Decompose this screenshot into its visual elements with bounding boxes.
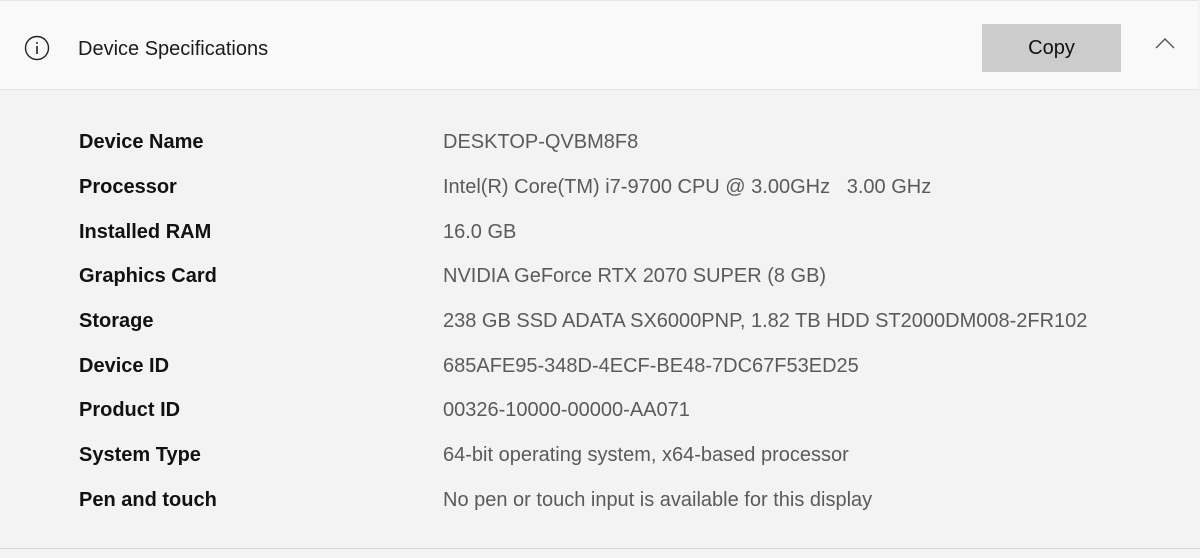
spec-label: Device Name [79,131,204,153]
spec-row-graphics-card: Graphics Card NVIDIA GeForce RTX 2070 SU… [0,254,1200,298]
info-icon [24,35,50,61]
spec-value[interactable]: Intel(R) Core(TM) i7-9700 CPU @ 3.00GHz … [443,175,931,199]
spec-label: Processor [79,176,177,198]
spec-row-device-id: Device ID 685AFE95-348D-4ECF-BE48-7DC67F… [0,344,1200,388]
spec-value[interactable]: 64-bit operating system, x64-based proce… [443,443,849,467]
spec-row-storage: Storage 238 GB SSD ADATA SX6000PNP, 1.82… [0,299,1200,343]
spec-label: Pen and touch [79,489,217,511]
spec-label: Storage [79,310,154,332]
section-title: Device Specifications [78,38,269,60]
device-specifications-panel: Device Specifications Copy Device Name D… [0,0,1200,558]
spec-value[interactable]: DESKTOP-QVBM8F8 [443,130,638,154]
spec-value[interactable]: No pen or touch input is available for t… [443,488,872,512]
chevron-up-icon[interactable] [1152,35,1178,53]
spec-value[interactable]: 685AFE95-348D-4ECF-BE48-7DC67F53ED25 [443,354,859,378]
spec-label: System Type [79,444,201,466]
spec-label: Device ID [79,355,170,377]
spec-value[interactable]: NVIDIA GeForce RTX 2070 SUPER (8 GB) [443,264,826,288]
spec-value[interactable]: 238 GB SSD ADATA SX6000PNP, 1.82 TB HDD … [443,309,1087,333]
section-header[interactable]: Device Specifications Copy [0,0,1198,90]
spec-value[interactable]: 16.0 GB [443,220,516,244]
spec-row-pen-and-touch: Pen and touch No pen or touch input is a… [0,478,1200,522]
spec-row-device-name: Device Name DESKTOP-QVBM8F8 [0,120,1200,164]
copy-button[interactable]: Copy [982,24,1121,72]
spec-label: Product ID [79,399,181,421]
spec-value[interactable]: 00326-10000-00000-AA071 [443,398,690,422]
spec-label: Graphics Card [79,265,217,287]
spec-row-processor: Processor Intel(R) Core(TM) i7-9700 CPU … [0,165,1200,209]
spec-row-product-id: Product ID 00326-10000-00000-AA071 [0,388,1200,432]
spec-row-system-type: System Type 64-bit operating system, x64… [0,433,1200,477]
spec-label: Installed RAM [79,221,212,243]
spec-row-installed-ram: Installed RAM 16.0 GB [0,210,1200,254]
bottom-divider [0,548,1200,549]
